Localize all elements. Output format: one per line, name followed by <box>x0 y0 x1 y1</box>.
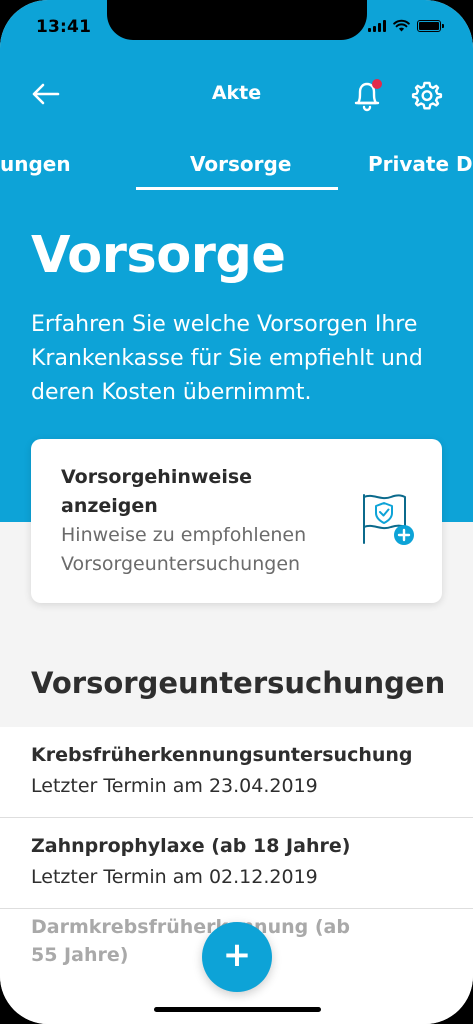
list-item[interactable]: Krebsfrüherkennungsuntersuchung Letzter … <box>0 727 473 818</box>
battery-icon <box>417 19 444 32</box>
card-subtitle: Hinweise zu empfohlenen Vorsorgeuntersuc… <box>61 524 307 575</box>
card-title: Vorsorgehinweise anzeigen <box>61 466 253 517</box>
status-time: 13:41 <box>36 17 92 37</box>
device-notch <box>107 0 367 40</box>
active-tab-indicator <box>136 187 338 190</box>
list-item-title: Darmkrebsfrüherkennung (ab 55 Jahre) <box>31 916 350 966</box>
notifications-button[interactable] <box>350 76 384 112</box>
tab-previous[interactable]: ungen <box>0 152 71 176</box>
hero-title: Vorsorge <box>31 226 286 285</box>
list-item-title: Zahnprophylaxe (ab 18 Jahre) <box>31 835 351 857</box>
status-icons <box>368 19 444 32</box>
wifi-icon <box>393 19 410 32</box>
settings-button[interactable] <box>410 78 444 112</box>
hero-subtitle: Erfahren Sie welche Vorsorgen Ihre Krank… <box>31 312 423 405</box>
tab-bar: ungen Vorsorge Private Do <box>0 146 473 192</box>
tab-vorsorge[interactable]: Vorsorge <box>190 152 291 176</box>
flag-shield-add-icon <box>363 494 414 545</box>
list-item-subtitle: Letzter Termin am 23.04.2019 <box>31 775 318 797</box>
add-button[interactable]: + <box>202 922 272 992</box>
signal-icon <box>368 19 386 32</box>
list-item-subtitle: Letzter Termin am 02.12.2019 <box>31 866 318 888</box>
phone-screen: 13:41 Akte ungen Vorsorge Private D Vors… <box>0 0 473 1024</box>
section-title: Vorsorgeuntersuchungen <box>31 666 446 700</box>
list-item[interactable]: Zahnprophylaxe (ab 18 Jahre) Letzter Ter… <box>0 818 473 909</box>
notification-badge <box>372 79 382 89</box>
tab-private-documents[interactable]: Private Do <box>368 152 473 176</box>
gear-icon <box>411 81 443 110</box>
home-indicator[interactable] <box>154 1007 321 1012</box>
top-app-bar: Akte <box>0 70 473 120</box>
prevention-hints-card[interactable]: Vorsorgehinweise anzeigen Hinweise zu em… <box>31 439 442 603</box>
page-title: Akte <box>211 82 262 104</box>
list-item-title: Krebsfrüherkennungsuntersuchung <box>31 744 413 766</box>
